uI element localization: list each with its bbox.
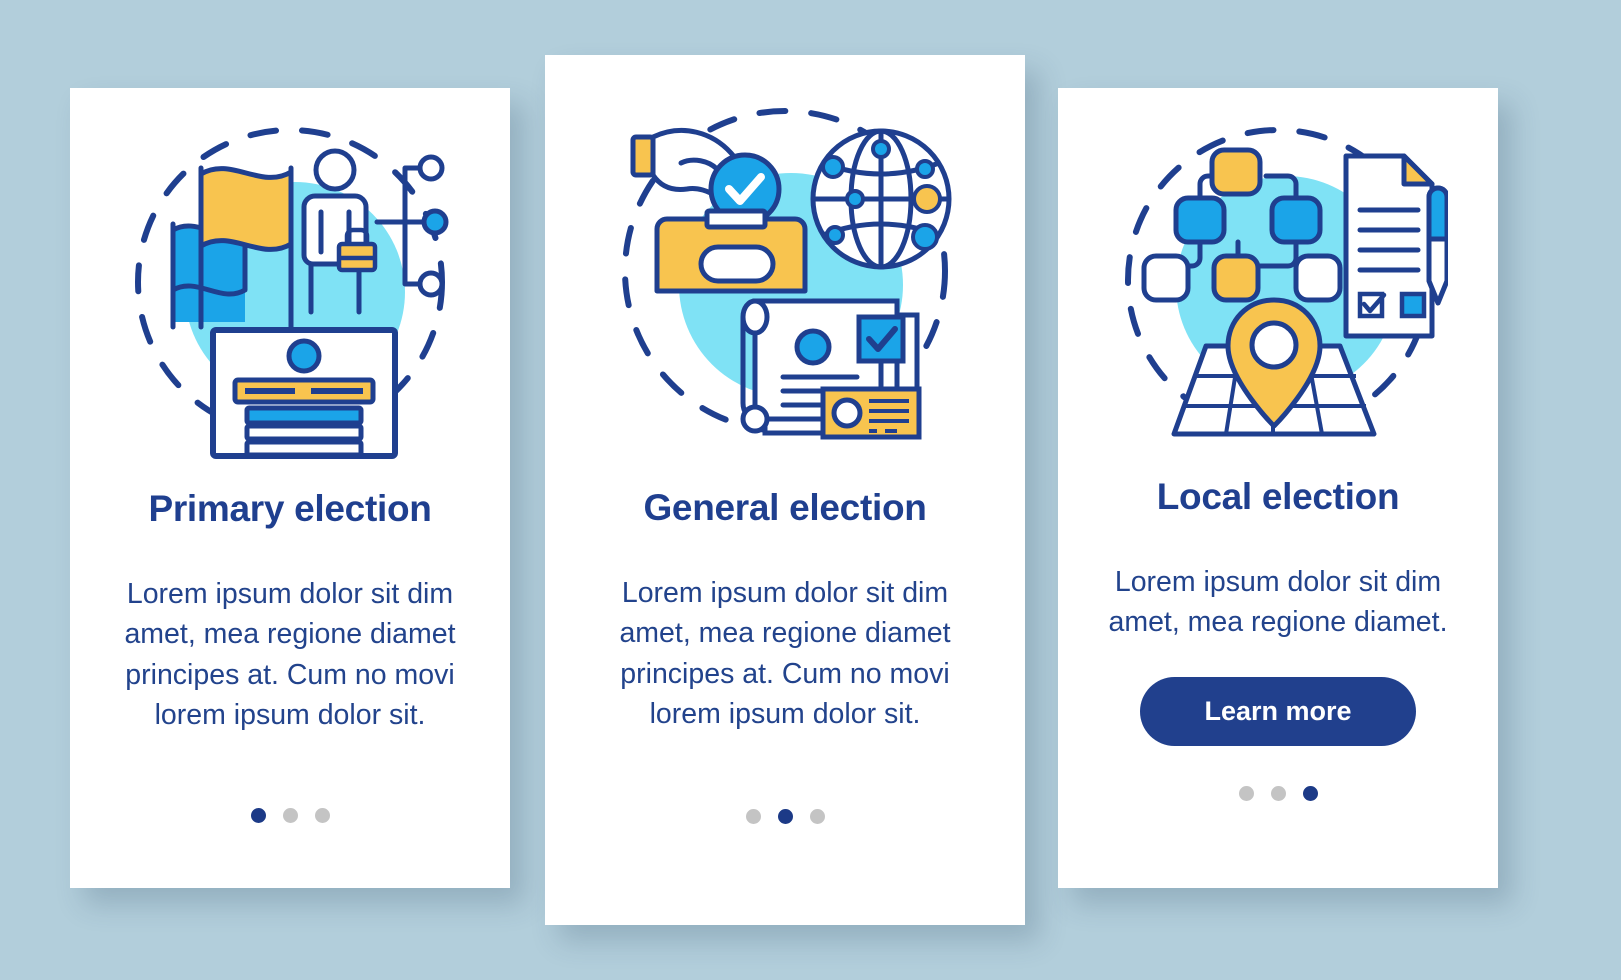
onboarding-card-general-election[interactable]: General election Lorem ipsum dolor sit d… [545,55,1025,925]
page-description: Lorem ipsum dolor sit dim amet, mea regi… [1108,566,1448,639]
page-title: Local election [1156,476,1400,517]
illustration-primary-election [70,112,510,462]
page-description: Lorem ipsum dolor sit dim amet, mea regi… [124,578,456,732]
pagination-dot-3[interactable] [1302,785,1318,801]
pagination-dot-3[interactable] [314,807,330,823]
illustration-general-election [545,89,1025,459]
page-title: Primary election [148,488,432,529]
onboarding-card-primary-election[interactable]: Primary election Lorem ipsum dolor sit d… [70,88,510,888]
pagination-dots[interactable] [250,807,330,823]
page-title: General election [643,487,927,528]
onboarding-screens-stage: Primary election Lorem ipsum dolor sit d… [0,0,1621,980]
pagination-dot-1[interactable] [250,807,266,823]
flag-candidate-ballot-illustration [135,127,449,459]
learn-more-button[interactable]: Learn more [1140,676,1416,746]
pagination-dot-2[interactable] [777,808,793,824]
org-chart-map-pin-document-illustration [1125,127,1448,437]
page-description: Lorem ipsum dolor sit dim amet, mea regi… [619,577,951,731]
pagination-dots[interactable] [745,808,825,824]
pagination-dot-2[interactable] [1270,785,1286,801]
pagination-dots[interactable] [1238,785,1318,801]
pagination-dot-1[interactable] [1238,785,1254,801]
pagination-dot-1[interactable] [745,808,761,824]
hand-ballot-globe-documents-illustration [622,108,952,440]
pagination-dot-3[interactable] [809,808,825,824]
pagination-dot-2[interactable] [282,807,298,823]
onboarding-card-local-election[interactable]: Local election Lorem ipsum dolor sit dim… [1058,88,1498,888]
illustration-local-election [1058,114,1498,454]
